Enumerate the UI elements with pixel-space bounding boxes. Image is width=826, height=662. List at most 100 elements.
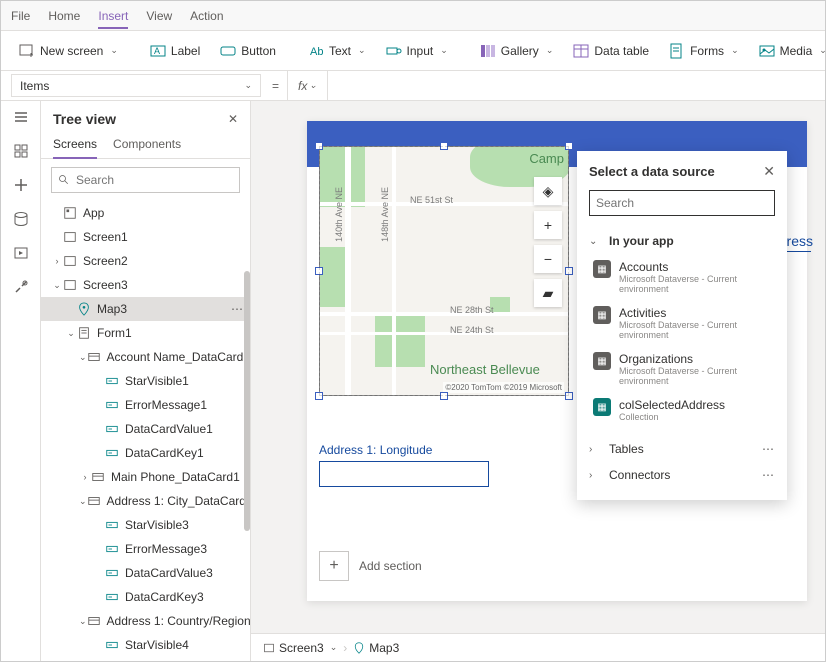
tools-icon[interactable] — [13, 279, 29, 295]
tree-item-address-1-city-datacard1[interactable]: ⌄Address 1: City_DataCard1⋯ — [41, 489, 250, 513]
tree-item-errormessage1[interactable]: ErrorMessage1⋯ — [41, 393, 250, 417]
menu-home[interactable]: Home — [48, 9, 80, 23]
tree-item-form1[interactable]: ⌄Form1⋯ — [41, 321, 250, 345]
data-source-item[interactable]: ▦ActivitiesMicrosoft Dataverse - Current… — [589, 300, 775, 346]
tree-item-screen1[interactable]: Screen1⋯ — [41, 225, 250, 249]
resize-handle[interactable] — [315, 392, 323, 400]
menu-action[interactable]: Action — [190, 9, 223, 23]
tree-item-starvisible3[interactable]: StarVisible3⋯ — [41, 513, 250, 537]
tab-screens[interactable]: Screens — [53, 137, 97, 159]
tree-item-errormessage3[interactable]: ErrorMessage3⋯ — [41, 537, 250, 561]
resize-handle[interactable] — [440, 392, 448, 400]
tree-caret-icon[interactable]: › — [51, 256, 63, 266]
longitude-input[interactable] — [319, 461, 489, 487]
gallery-dropdown[interactable]: Gallery⌄ — [472, 39, 562, 63]
tree-caret-icon[interactable]: ⌄ — [51, 280, 63, 291]
connectors-section[interactable]: › Connectors ⋯ — [589, 462, 775, 488]
tree-search-input[interactable] — [76, 173, 233, 187]
tree-item-account-name-datacard1[interactable]: ⌄Account Name_DataCard1⋯ — [41, 345, 250, 369]
more-icon[interactable]: ⋯ — [762, 468, 775, 482]
tree-item-errormessage4[interactable]: ErrorMessage4⋯ — [41, 657, 250, 661]
map-zoom-out-button[interactable]: − — [534, 245, 562, 273]
in-your-app-section[interactable]: ⌄ In your app — [589, 228, 775, 254]
forms-dropdown[interactable]: Forms⌄ — [661, 39, 747, 63]
tree-caret-icon[interactable]: ⌄ — [79, 616, 87, 627]
breadcrumb-screen[interactable]: Screen3 ⌄ — [263, 641, 337, 655]
equals-sign: = — [264, 71, 287, 100]
resize-handle[interactable] — [440, 142, 448, 150]
input-dropdown[interactable]: Input⌄ — [378, 39, 456, 63]
menu-view[interactable]: View — [146, 9, 172, 23]
tree-item-datacardkey3[interactable]: DataCardKey3⋯ — [41, 585, 250, 609]
tree-item-datacardvalue1[interactable]: DataCardValue1⋯ — [41, 417, 250, 441]
resize-handle[interactable] — [315, 142, 323, 150]
tab-components[interactable]: Components — [113, 137, 181, 158]
tree-view-icon[interactable] — [13, 143, 29, 159]
card-icon — [91, 470, 105, 484]
data-source-search[interactable] — [589, 190, 775, 216]
media-icon — [759, 43, 775, 59]
data-source-item[interactable]: ▦colSelectedAddressCollection — [589, 392, 775, 428]
form-icon — [77, 326, 91, 340]
tree-caret-icon[interactable]: ⌄ — [79, 496, 87, 507]
tree-item-datacardvalue3[interactable]: DataCardValue3⋯ — [41, 561, 250, 585]
fx-label[interactable]: fx⌄ — [287, 71, 328, 100]
new-screen-button[interactable]: New screen⌄ — [11, 39, 126, 63]
tree-view-title: Tree view — [53, 111, 116, 127]
scrollbar[interactable] — [244, 271, 250, 531]
data-source-name: colSelectedAddress — [619, 398, 725, 412]
resize-handle[interactable] — [565, 267, 573, 275]
resize-handle[interactable] — [565, 392, 573, 400]
tree-list: App⋯Screen1⋯›Screen2⋯⌄Screen3⋯Map3⋯⌄Form… — [41, 201, 250, 661]
button-button[interactable]: Button — [212, 39, 284, 63]
tree-item-address-1-country-region-datacard1[interactable]: ⌄Address 1: Country/Region_DataCard1⋯ — [41, 609, 250, 633]
chevron-down-icon: ⌄ — [589, 236, 601, 247]
resize-handle[interactable] — [315, 267, 323, 275]
data-icon[interactable] — [13, 211, 29, 227]
more-icon[interactable]: ⋯ — [231, 302, 244, 316]
map-zoom-in-button[interactable]: + — [534, 211, 562, 239]
tables-section[interactable]: › Tables ⋯ — [589, 436, 775, 462]
menu-file[interactable]: File — [11, 9, 30, 23]
text-dropdown[interactable]: Ab Text⌄ — [300, 39, 374, 63]
map-locate-button[interactable]: ◈ — [534, 177, 562, 205]
close-icon[interactable]: ✕ — [228, 112, 238, 126]
tree-item-label: StarVisible4 — [125, 638, 189, 652]
data-source-search-input[interactable] — [596, 196, 768, 210]
media-rail-icon[interactable] — [13, 245, 29, 261]
tree-item-screen2[interactable]: ›Screen2⋯ — [41, 249, 250, 273]
chevron-down-icon: ⌄ — [440, 45, 448, 56]
data-source-item[interactable]: ▦AccountsMicrosoft Dataverse - Current e… — [589, 254, 775, 300]
tree-item-label: App — [83, 206, 104, 220]
close-icon[interactable]: ✕ — [763, 163, 775, 180]
media-dropdown[interactable]: Media⌄ — [751, 39, 826, 63]
data-table-button[interactable]: Data table — [565, 39, 657, 63]
tree-item-label: Account Name_DataCard1 — [107, 350, 250, 364]
tree-item-starvisible1[interactable]: StarVisible1⋯ — [41, 369, 250, 393]
data-source-item[interactable]: ▦OrganizationsMicrosoft Dataverse - Curr… — [589, 346, 775, 392]
menu-insert[interactable]: Insert — [98, 9, 128, 29]
street-label: 148th Ave NE — [380, 187, 390, 242]
formula-input[interactable] — [328, 71, 825, 100]
breadcrumb-control[interactable]: Map3 — [353, 641, 399, 655]
add-section-button[interactable]: + Add section — [319, 551, 422, 581]
tree-item-main-phone-datacard1[interactable]: ›Main Phone_DataCard1⋯ — [41, 465, 250, 489]
tree-item-starvisible4[interactable]: StarVisible4⋯ — [41, 633, 250, 657]
tree-caret-icon[interactable]: ⌄ — [79, 352, 87, 363]
tree-caret-icon[interactable]: ⌄ — [65, 328, 77, 339]
property-selector[interactable]: Items ⌄ — [11, 74, 261, 97]
tree-item-datacardkey1[interactable]: DataCardKey1⋯ — [41, 441, 250, 465]
map-pitch-button[interactable]: ▰ — [534, 279, 562, 307]
insert-icon[interactable] — [13, 177, 29, 193]
resize-handle[interactable] — [565, 142, 573, 150]
tree-item-label: Screen1 — [83, 230, 128, 244]
label-button[interactable]: A Label — [142, 39, 208, 63]
tree-caret-icon[interactable]: › — [79, 472, 91, 482]
hamburger-icon[interactable] — [13, 109, 29, 125]
map-control[interactable]: 140th Ave NE 148th Ave NE NE 51st St NE … — [319, 146, 569, 396]
tree-item-map3[interactable]: Map3⋯ — [41, 297, 250, 321]
tree-item-app[interactable]: App⋯ — [41, 201, 250, 225]
tree-item-screen3[interactable]: ⌄Screen3⋯ — [41, 273, 250, 297]
more-icon[interactable]: ⋯ — [762, 442, 775, 456]
tree-search[interactable] — [51, 167, 240, 193]
